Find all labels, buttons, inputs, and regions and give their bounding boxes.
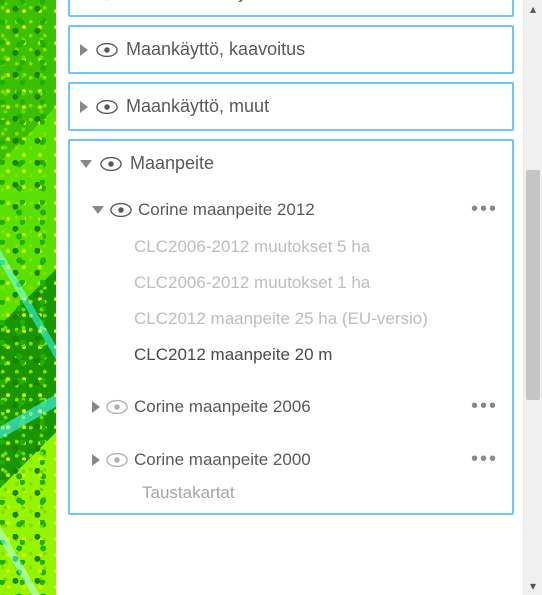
visibility-off-icon bbox=[106, 399, 128, 415]
tree-node: Luonnonesiintymät bbox=[68, 0, 514, 17]
tree-node-header[interactable]: Maankäyttö, kaavoitus bbox=[70, 27, 512, 72]
expand-icon bbox=[80, 101, 88, 113]
tree-node-header[interactable]: Maanpeite bbox=[70, 141, 512, 186]
tree-node-label: Maankäyttö, kaavoitus bbox=[126, 39, 305, 60]
tree-node-expanded: Maanpeite Corine maanpeite 2012 ••• CLC2… bbox=[68, 139, 514, 515]
tree-node-label: Maankäyttö, muut bbox=[126, 96, 269, 117]
scrollbar[interactable]: ▴ ▾ bbox=[523, 0, 542, 595]
tree-node: Maankäyttö, kaavoitus bbox=[68, 25, 514, 74]
visibility-icon bbox=[100, 156, 122, 172]
tree-node-header[interactable]: Maankäyttö, muut bbox=[70, 84, 512, 129]
visibility-off-icon bbox=[106, 452, 128, 468]
chevron-down-icon: ▾ bbox=[530, 579, 536, 593]
tree-subnode-label: Corine maanpeite 2006 bbox=[134, 397, 459, 417]
visibility-icon bbox=[96, 42, 118, 58]
visibility-icon bbox=[110, 202, 132, 218]
collapse-icon bbox=[92, 206, 104, 214]
tree-subnode-partial: Taustakartat bbox=[78, 479, 504, 503]
tree-subnode-label: Corine maanpeite 2012 bbox=[138, 200, 459, 220]
layer-item-disabled[interactable]: CLC2006-2012 muutokset 5 ha bbox=[78, 229, 504, 265]
tree-node-header[interactable]: Luonnonesiintymät bbox=[70, 0, 512, 15]
scroll-down-button[interactable]: ▾ bbox=[524, 577, 542, 595]
layer-item-active[interactable]: CLC2012 maanpeite 20 m bbox=[78, 337, 504, 373]
scroll-up-button[interactable]: ▴ bbox=[524, 0, 542, 18]
visibility-icon bbox=[96, 99, 118, 115]
visibility-icon bbox=[96, 0, 118, 1]
more-options-button[interactable]: ••• bbox=[465, 198, 504, 221]
expand-icon bbox=[80, 44, 88, 56]
more-options-button[interactable]: ••• bbox=[465, 448, 504, 471]
tree-node-label: Maanpeite bbox=[130, 153, 214, 174]
collapse-icon bbox=[80, 160, 92, 168]
tree-subnode-label: Corine maanpeite 2000 bbox=[134, 450, 459, 470]
layer-panel: ▴ ▾ Luonnonesiintymät bbox=[56, 0, 542, 595]
layer-tree: Luonnonesiintymät Maankäyttö, kaavoitus bbox=[64, 0, 518, 595]
tree-node-label: Luonnonesiintymät bbox=[126, 0, 277, 3]
layer-item-disabled[interactable]: CLC2006-2012 muutokset 1 ha bbox=[78, 265, 504, 301]
tree-subnode[interactable]: Corine maanpeite 2006 ••• bbox=[78, 387, 504, 426]
map-background bbox=[0, 0, 56, 595]
more-options-button[interactable]: ••• bbox=[465, 395, 504, 418]
expand-icon bbox=[92, 401, 100, 413]
tree-node: Maankäyttö, muut bbox=[68, 82, 514, 131]
tree-subnode[interactable]: Corine maanpeite 2012 ••• bbox=[78, 190, 504, 229]
scroll-thumb[interactable] bbox=[526, 170, 540, 400]
chevron-up-icon: ▴ bbox=[530, 2, 536, 16]
tree-children: Corine maanpeite 2012 ••• CLC2006-2012 m… bbox=[70, 186, 512, 513]
expand-icon bbox=[92, 454, 100, 466]
layer-item-disabled[interactable]: CLC2012 maanpeite 25 ha (EU-versio) bbox=[78, 301, 504, 337]
tree-subnode[interactable]: Corine maanpeite 2000 ••• bbox=[78, 440, 504, 479]
